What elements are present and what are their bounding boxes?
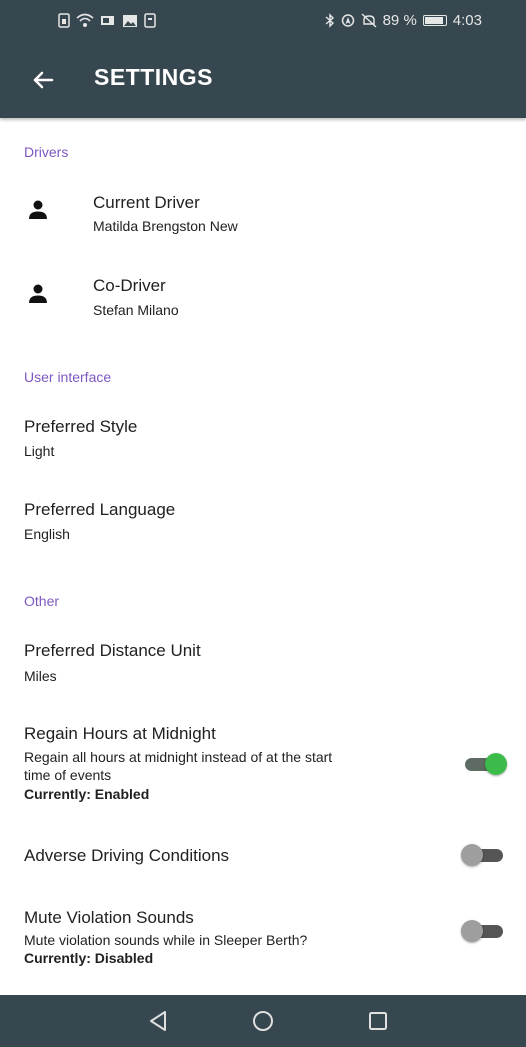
bluetooth-icon [325, 13, 334, 28]
current-driver-title: Current Driver [93, 193, 200, 212]
page-title: SETTINGS [94, 64, 214, 90]
co-driver-title: Co-Driver [93, 276, 166, 295]
preferred-language-title: Preferred Language [24, 500, 176, 519]
distance-unit-value: Miles [24, 668, 57, 684]
nav-home-icon[interactable] [249, 1007, 277, 1035]
status-time: 4:03 [452, 12, 482, 29]
regain-hours-status: Currently: Enabled [24, 786, 150, 802]
regain-hours-status-wrap: Currently: Enabled [24, 785, 149, 803]
section-header-drivers: Drivers [24, 144, 69, 160]
sd-card-icon [144, 13, 156, 28]
toggle-thumb [461, 844, 483, 866]
mute-violation-title: Mute Violation Sounds [24, 908, 194, 927]
nav-recents-icon[interactable] [364, 1007, 392, 1035]
adverse-driving-toggle[interactable] [461, 842, 507, 868]
preferred-language-value: English [24, 526, 70, 542]
regain-hours-summary-line2: time of events [24, 767, 112, 783]
adverse-driving-title: Adverse Driving Conditions [24, 846, 230, 865]
person-icon [29, 200, 47, 219]
preferred-style-value: Light [24, 443, 55, 459]
location-icon [341, 14, 354, 27]
toggle-thumb [461, 920, 483, 942]
nav-back-icon[interactable] [145, 1007, 173, 1035]
mute-violation-toggle[interactable] [461, 918, 507, 944]
current-driver-value: Matilda Brengston New [93, 218, 238, 234]
mute-violation-status: Currently: Disabled [24, 950, 154, 966]
status-left-icons [58, 13, 156, 28]
person-icon [29, 284, 47, 303]
section-header-user-interface: User interface [24, 369, 112, 385]
settings-list[interactable]: Drivers Current Driver Matilda Brengston… [0, 118, 526, 995]
status-bar: 89 % 4:03 [0, 0, 526, 44]
wifi-icon [76, 13, 94, 27]
preferred-style-title: Preferred Style [24, 417, 138, 436]
toggle-thumb [485, 753, 507, 775]
sim-icon [58, 13, 70, 28]
cast-icon [101, 16, 114, 25]
section-header-other: Other [24, 593, 60, 609]
system-nav-bar [0, 995, 526, 1047]
status-right-icons: 89 % 4:03 [325, 12, 482, 29]
alarm-off-icon [361, 13, 377, 28]
regain-hours-toggle[interactable] [461, 751, 507, 777]
arrow-back-icon[interactable] [30, 64, 58, 96]
image-icon [123, 14, 137, 27]
regain-hours-title: Regain Hours at Midnight [24, 724, 216, 743]
mute-violation-summary: Mute violation sounds while in Sleeper B… [24, 932, 308, 948]
distance-unit-title: Preferred Distance Unit [24, 641, 201, 660]
co-driver-value: Stefan Milano [93, 302, 179, 318]
mute-violation-status-wrap: Currently: Disabled [24, 949, 153, 967]
app-toolbar: SETTINGS [0, 44, 526, 118]
battery-icon [422, 15, 447, 26]
battery-percent: 89 % [382, 12, 417, 29]
regain-hours-summary-line1: Regain all hours at midnight instead of … [24, 749, 333, 765]
